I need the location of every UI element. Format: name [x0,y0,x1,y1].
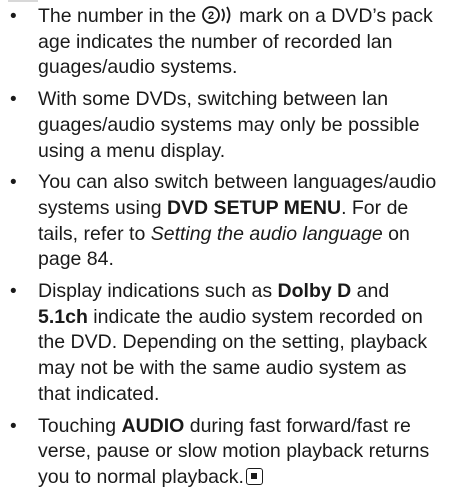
note-line: using a menu display. [38,139,454,165]
ui-term: Dolby D [277,280,352,303]
note-text: during fast forward/fast re [184,414,411,437]
note-line: The number in the 2 mark on a DVD’s pack [38,4,454,30]
note-text: age indicates the number of recorded lan [38,30,393,53]
ui-term: DVD SETUP MENU [166,196,342,219]
note-text: verse, pause or slow motion playback ret… [38,440,430,463]
note-line: the DVD. Depending on the setting, playb… [38,330,454,356]
note-text: indicate the audio system recorded on [87,305,423,328]
note-text: on [382,222,410,245]
note-item: • You can also switch between languages/a… [8,170,454,273]
bullet-marker: • [10,281,17,303]
note-line: Touching AUDIO during fast forward/fast … [38,414,454,440]
note-line: page 84. [38,247,454,273]
ui-term: 5.1ch [38,305,88,328]
bullet-marker: • [10,6,17,27]
note-text: Display indications such as [38,280,278,303]
note-text: page 84. [38,248,114,271]
note-text: tails, refer to [38,222,151,245]
note-line: you to normal playback. [38,465,454,491]
notes-list: • The number in the 2 mark on a DVD’s pac… [8,4,454,497]
note-text: You can also switch between languages/au… [38,171,437,194]
note-text: using a menu display. [38,139,226,162]
section-reference: Setting the audio language [150,222,383,245]
note-line: age indicates the number of recorded lan [38,30,454,56]
note-text: may not be with the same audio system as [38,357,407,380]
bullet-marker: • [10,172,17,194]
note-line: may not be with the same audio system as [38,356,454,382]
note-text: guages/audio systems. [38,56,238,79]
note-line: 5.1ch indicate the audio system recorded… [38,305,454,331]
note-line: verse, pause or slow motion playback ret… [38,439,454,465]
note-text: The number in the [38,5,202,27]
note-text: you to normal playback. [38,465,244,488]
note-line: Display indications such as Dolby D and [38,279,454,305]
note-line: tails, refer to Setting the audio langua… [38,222,454,248]
note-text: and [351,280,390,303]
page-top-mark [8,0,38,2]
note-line: With some DVDs, switching between lan [38,87,454,113]
note-text: . For de [341,196,409,219]
note-line: You can also switch between languages/au… [38,170,454,196]
note-line: that indicated. [38,382,454,408]
note-item: • Display indications such as Dolby D and… [8,279,454,408]
bullet-marker: • [10,89,17,111]
note-text: that indicated. [38,382,160,405]
note-text: systems using [38,196,167,219]
note-line: guages/audio systems may only be possibl… [38,113,454,139]
audio-track-count-number: 2 [208,10,214,22]
note-text: guages/audio systems may only be possibl… [38,113,420,136]
note-text: With some DVDs, switching between lan [38,88,389,111]
note-text: the DVD. Depending on the setting, playb… [38,331,428,354]
bullet-marker: • [10,415,17,437]
end-of-section-icon [245,467,263,485]
note-item: • With some DVDs, switching between lan gu… [8,87,454,164]
note-item: • The number in the 2 mark on a DVD’s pac… [8,4,454,81]
note-item: • Touching AUDIO during fast forward/fast… [8,414,454,491]
note-text: mark on a DVD’s pack [233,5,433,27]
audio-track-count-icon: 2 [201,5,234,25]
note-line: systems using DVD SETUP MENU. For de [38,196,454,222]
note-line: guages/audio systems. [38,55,454,81]
ui-term: AUDIO [121,414,185,437]
note-text: Touching [38,414,122,437]
